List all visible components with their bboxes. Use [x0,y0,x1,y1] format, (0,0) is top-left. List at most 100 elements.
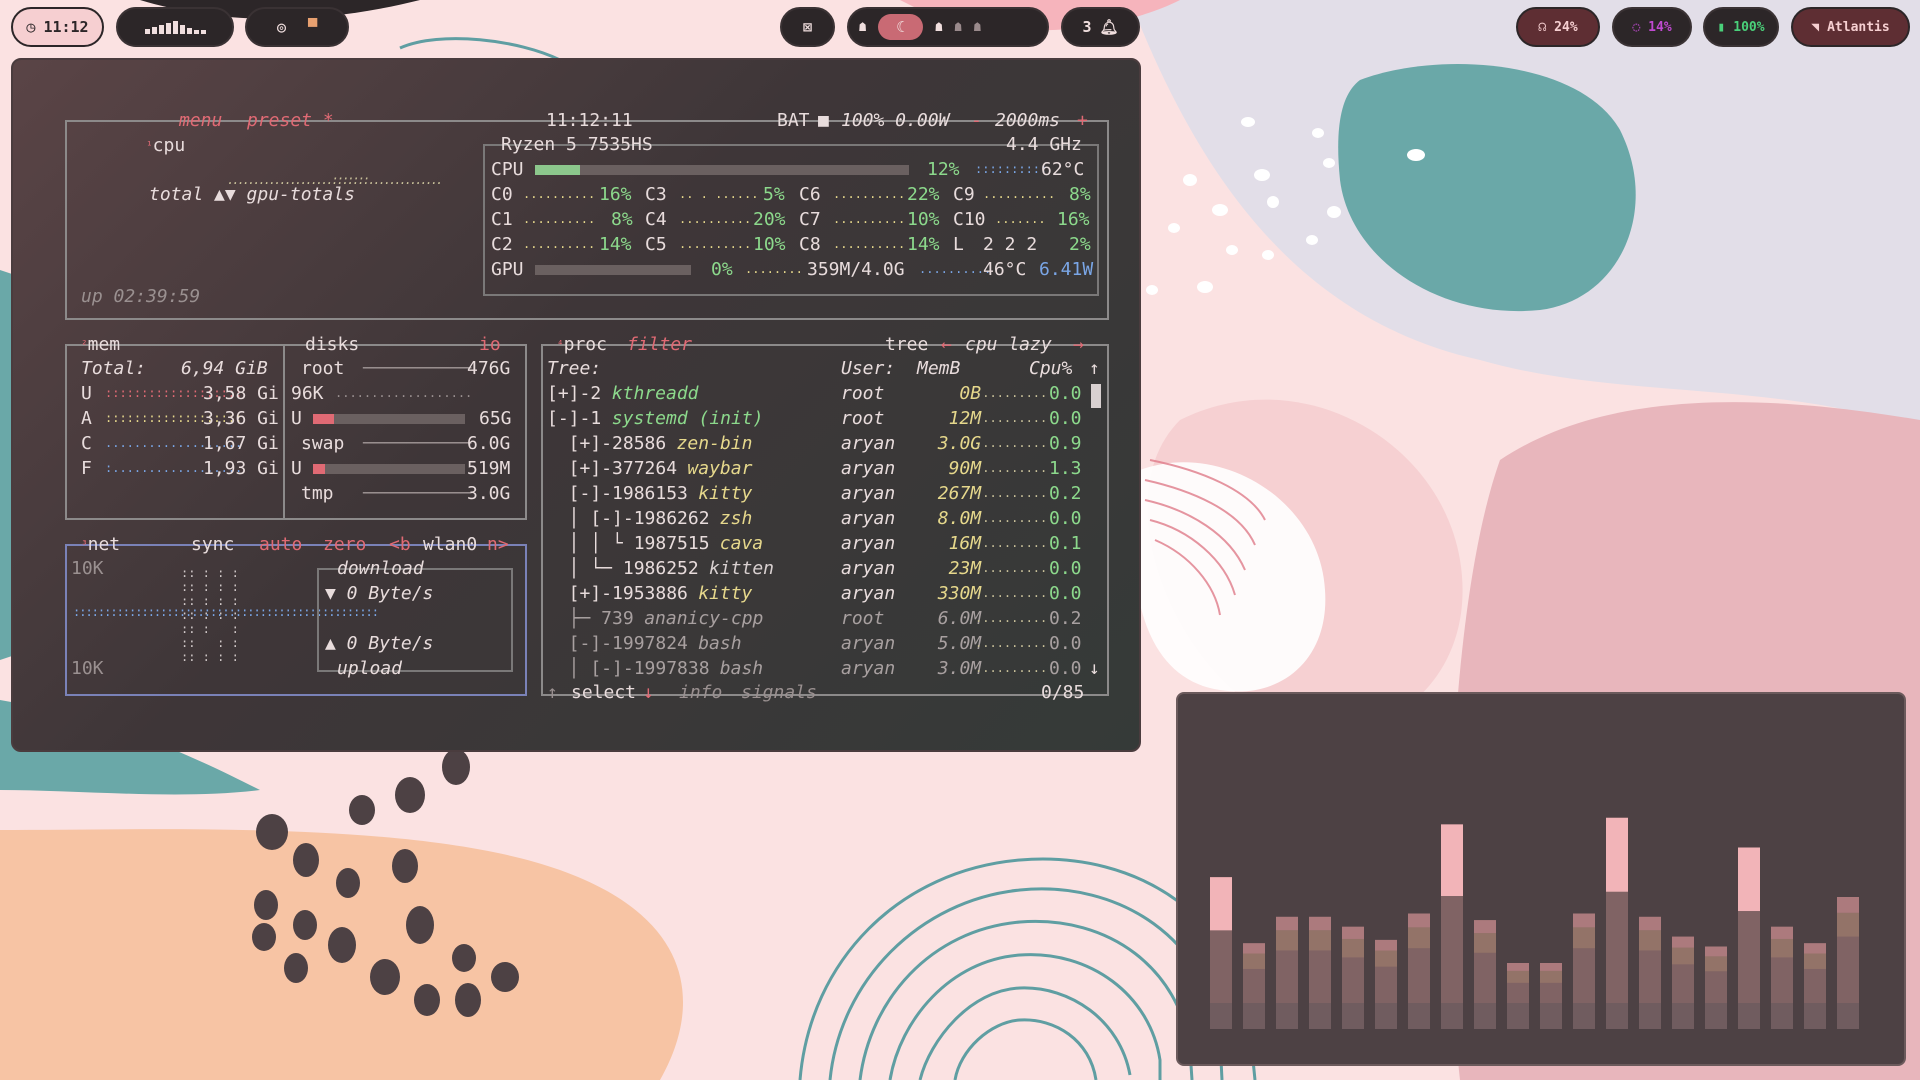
net-prev-iface[interactable]: <b [389,532,411,557]
net-auto-toggle[interactable]: auto [259,532,302,557]
proc-row-name[interactable]: kthreadd [612,381,699,406]
cava-bar-band [1672,936,1694,948]
proc-row-tree[interactable]: [-]-1986153 [547,481,699,506]
proc-row-cpu-graph: .......... [975,661,1048,675]
net-box-header: ³net [81,534,121,555]
proc-row-cpu: 0.0 [1049,583,1082,604]
proc-row-cpu: 0.2 [1049,483,1082,504]
cpu-box-title[interactable]: cpu [153,135,186,156]
proc-row-name[interactable]: kitty [698,481,752,506]
proc-row-name[interactable]: ananicy-cpp [644,606,763,631]
btop-monitor[interactable]: ¹cpu menu preset * 11:12:11 BAT ■ 100% 0… [51,108,1109,708]
cava-bar-base [1309,1003,1331,1029]
ghost-icon[interactable]: ☗ [974,20,981,34]
cpu-model: Ryzen 5 7535HS [501,134,653,155]
audio-visualizer-widget[interactable] [116,7,234,47]
proc-row-name[interactable]: kitten [709,556,774,581]
cpu-preset-label[interactable]: preset * [247,108,334,133]
proc-select-button[interactable]: select [571,680,636,705]
cpu-total-label[interactable]: total ▲▼ gpu-totals [149,182,355,207]
cava-bar-band [1243,943,1265,954]
proc-row-tree[interactable]: ├─ 739 [547,606,645,631]
notifications-widget[interactable]: 3 🔔︎ [1061,7,1140,47]
ghost-icon[interactable]: ☗ [859,20,866,34]
proc-row-tree[interactable]: │ └─ 1986252 [547,556,710,581]
cava-bar-base [1276,1003,1298,1029]
proc-row-name[interactable]: zsh [720,506,753,531]
cava-bar-base [1837,1003,1859,1029]
cpu-widget[interactable]: ◌ 14% [1612,7,1692,47]
idle-inhibitor-button[interactable]: ⊠ [780,7,835,47]
proc-row-tree[interactable]: │ [-]-1986262 [547,506,720,531]
disk-swap-meter [313,464,465,474]
paint-roller-icon[interactable]: ▀ [308,18,317,36]
workspaces-widget[interactable]: ☗ ☾ ☗ ☗ ☗ [847,7,1049,47]
ghost-icon[interactable]: ☗ [935,20,942,34]
cava-bar-peak [1606,817,1628,892]
proc-row-tree[interactable]: [-]-1 [547,406,612,431]
net-scale-bottom: 10K [71,658,104,679]
proc-filter-button[interactable]: filter [627,332,692,357]
interval-increase[interactable]: + [1077,108,1088,133]
cava-bar-band [1804,943,1826,954]
proc-row-name[interactable]: waybar [687,456,752,481]
proc-row-name[interactable]: kitty [698,581,752,606]
clock-widget[interactable]: ◷ 11:12 [11,7,104,47]
cpu-menu-label[interactable]: menu [179,108,222,133]
proc-scroll-up[interactable]: ↑ [1089,356,1100,381]
gpu-percent: 0% [711,259,733,280]
mem-used-label: U [81,383,92,404]
proc-sort-prev[interactable]: ← [941,332,952,357]
net-sync-toggle[interactable]: sync [191,532,234,557]
io-toggle[interactable]: io [479,332,501,357]
ghost-icon[interactable]: ☗ [955,20,962,34]
core-c2-pct: 14% [599,234,632,255]
volume-widget[interactable]: ☊ 24% [1516,7,1600,47]
proc-info-button[interactable]: info [679,680,722,705]
proc-header-cpu[interactable]: Cpu% [1029,356,1072,381]
cava-bar-band [1837,912,1859,937]
terminal-window[interactable]: ¹cpu menu preset * 11:12:11 BAT ■ 100% 0… [11,58,1141,752]
proc-row-name[interactable]: zen-bin [677,431,753,456]
cava-visualizer-window[interactable] [1176,692,1906,1066]
proc-signals-button[interactable]: signals [741,680,817,705]
proc-tree-toggle[interactable]: tree [885,332,928,357]
battery-widget[interactable]: ▮ 100% [1703,7,1779,47]
proc-row-name[interactable]: bash [698,631,741,656]
net-next-iface[interactable]: n> [487,532,509,557]
net-zero-toggle[interactable]: zero [323,532,366,557]
proc-sort-label[interactable]: cpu lazy [965,332,1052,357]
notification-count: 3 [1082,18,1092,36]
proc-row-tree[interactable]: │ [-]-1997838 [547,656,720,681]
proc-row-user: root [841,408,885,429]
proc-row-name[interactable]: systemd (init) [612,406,764,431]
proc-header-user[interactable]: User: [841,356,895,381]
cpu-total-label2: CPU [491,159,524,180]
proc-row-name[interactable]: bash [720,656,763,681]
proc-row-tree[interactable]: [+]-2 [547,381,612,406]
net-box-title[interactable]: net [88,534,121,555]
proc-row-cpu-graph: .......... [975,611,1048,625]
proc-sort-next[interactable]: → [1073,332,1084,357]
disks-title[interactable]: disks [305,332,359,357]
workspace-active[interactable]: ☾ [878,14,924,40]
wifi-widget[interactable]: ◥ Atlantis [1791,7,1910,47]
proc-row-tree[interactable]: [+]-1953886 [547,581,699,606]
proc-header-mem[interactable]: MemB [917,356,960,381]
tray-widget[interactable]: ◎ ▀ [245,7,349,47]
proc-row-tree[interactable]: │ │ └ 1987515 [547,531,720,556]
proc-select-down-icon[interactable]: ↓ [643,680,654,705]
proc-scrollbar-thumb[interactable] [1091,384,1101,408]
proc-box-title[interactable]: proc [564,334,607,355]
proc-row-tree[interactable]: [-]-1997824 [547,631,699,656]
target-icon[interactable]: ◎ [277,18,286,36]
cpu-text: 14% [1648,19,1672,35]
proc-row-cpu-graph: .......... [975,586,1048,600]
proc-row-tree[interactable]: [+]-28586 [547,431,677,456]
proc-scroll-down[interactable]: ↓ [1089,656,1100,681]
proc-row-name[interactable]: cava [720,531,763,556]
proc-row-tree[interactable]: [+]-377264 [547,456,688,481]
interval-decrease[interactable]: - [971,108,982,133]
mem-box-title[interactable]: mem [88,334,121,355]
proc-select-up-icon[interactable]: ↑ [547,680,558,705]
